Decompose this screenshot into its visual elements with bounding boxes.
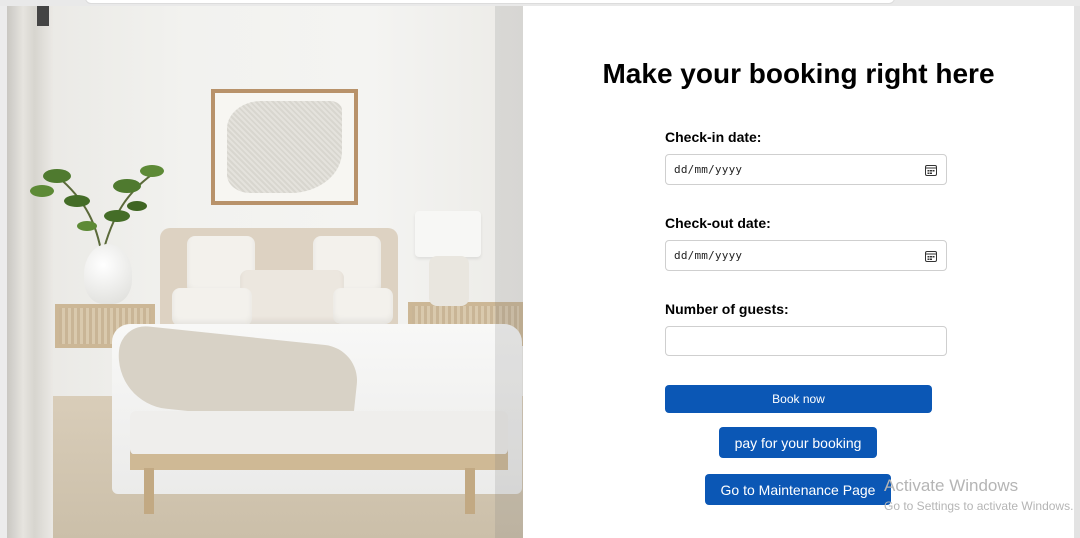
calendar-icon[interactable] [925, 164, 937, 176]
photo-art-canvas [227, 101, 342, 193]
activate-windows-subtitle: Go to Settings to activate Windows. [884, 499, 1074, 513]
guests-label: Number of guests: [665, 301, 789, 317]
checkin-label: Check-in date: [665, 129, 762, 145]
photo-lamp-shade [415, 211, 481, 257]
checkout-date-input[interactable]: dd/mm/yyyy [665, 240, 947, 271]
photo-curtain-rod [37, 6, 49, 26]
photo-pillow [240, 270, 344, 324]
photo-bench-leg [465, 468, 475, 514]
book-now-button[interactable]: Book now [665, 385, 932, 413]
photo-pillow [333, 288, 393, 324]
photo-bench-leg [144, 468, 154, 514]
photo-pillow [172, 288, 252, 326]
photo-shadow [495, 6, 523, 538]
page-title: Make your booking right here [602, 58, 995, 89]
checkin-date-placeholder: dd/mm/yyyy [674, 163, 743, 176]
photo-wall-art [211, 89, 358, 205]
checkin-date-input[interactable]: dd/mm/yyyy [665, 154, 947, 185]
page-right-edge [1074, 6, 1080, 538]
photo-lamp-base [429, 256, 469, 306]
maintenance-page-button[interactable]: Go to Maintenance Page [705, 474, 891, 505]
photo-vase [84, 244, 132, 304]
checkout-label: Check-out date: [665, 215, 771, 231]
guests-input[interactable] [665, 326, 947, 356]
calendar-icon[interactable] [925, 250, 937, 262]
pay-booking-button[interactable]: pay for your booking [719, 427, 877, 458]
bedroom-photo [7, 6, 523, 538]
photo-curtain [7, 6, 53, 538]
address-bar[interactable] [85, 0, 895, 4]
booking-panel: Make your booking right here Check-in da… [523, 6, 1074, 538]
activate-windows-title: Activate Windows [884, 476, 1019, 495]
photo-plant [30, 165, 164, 256]
photo-bench [130, 411, 508, 455]
photo-bench-frame [130, 454, 508, 470]
checkout-date-placeholder: dd/mm/yyyy [674, 249, 743, 262]
